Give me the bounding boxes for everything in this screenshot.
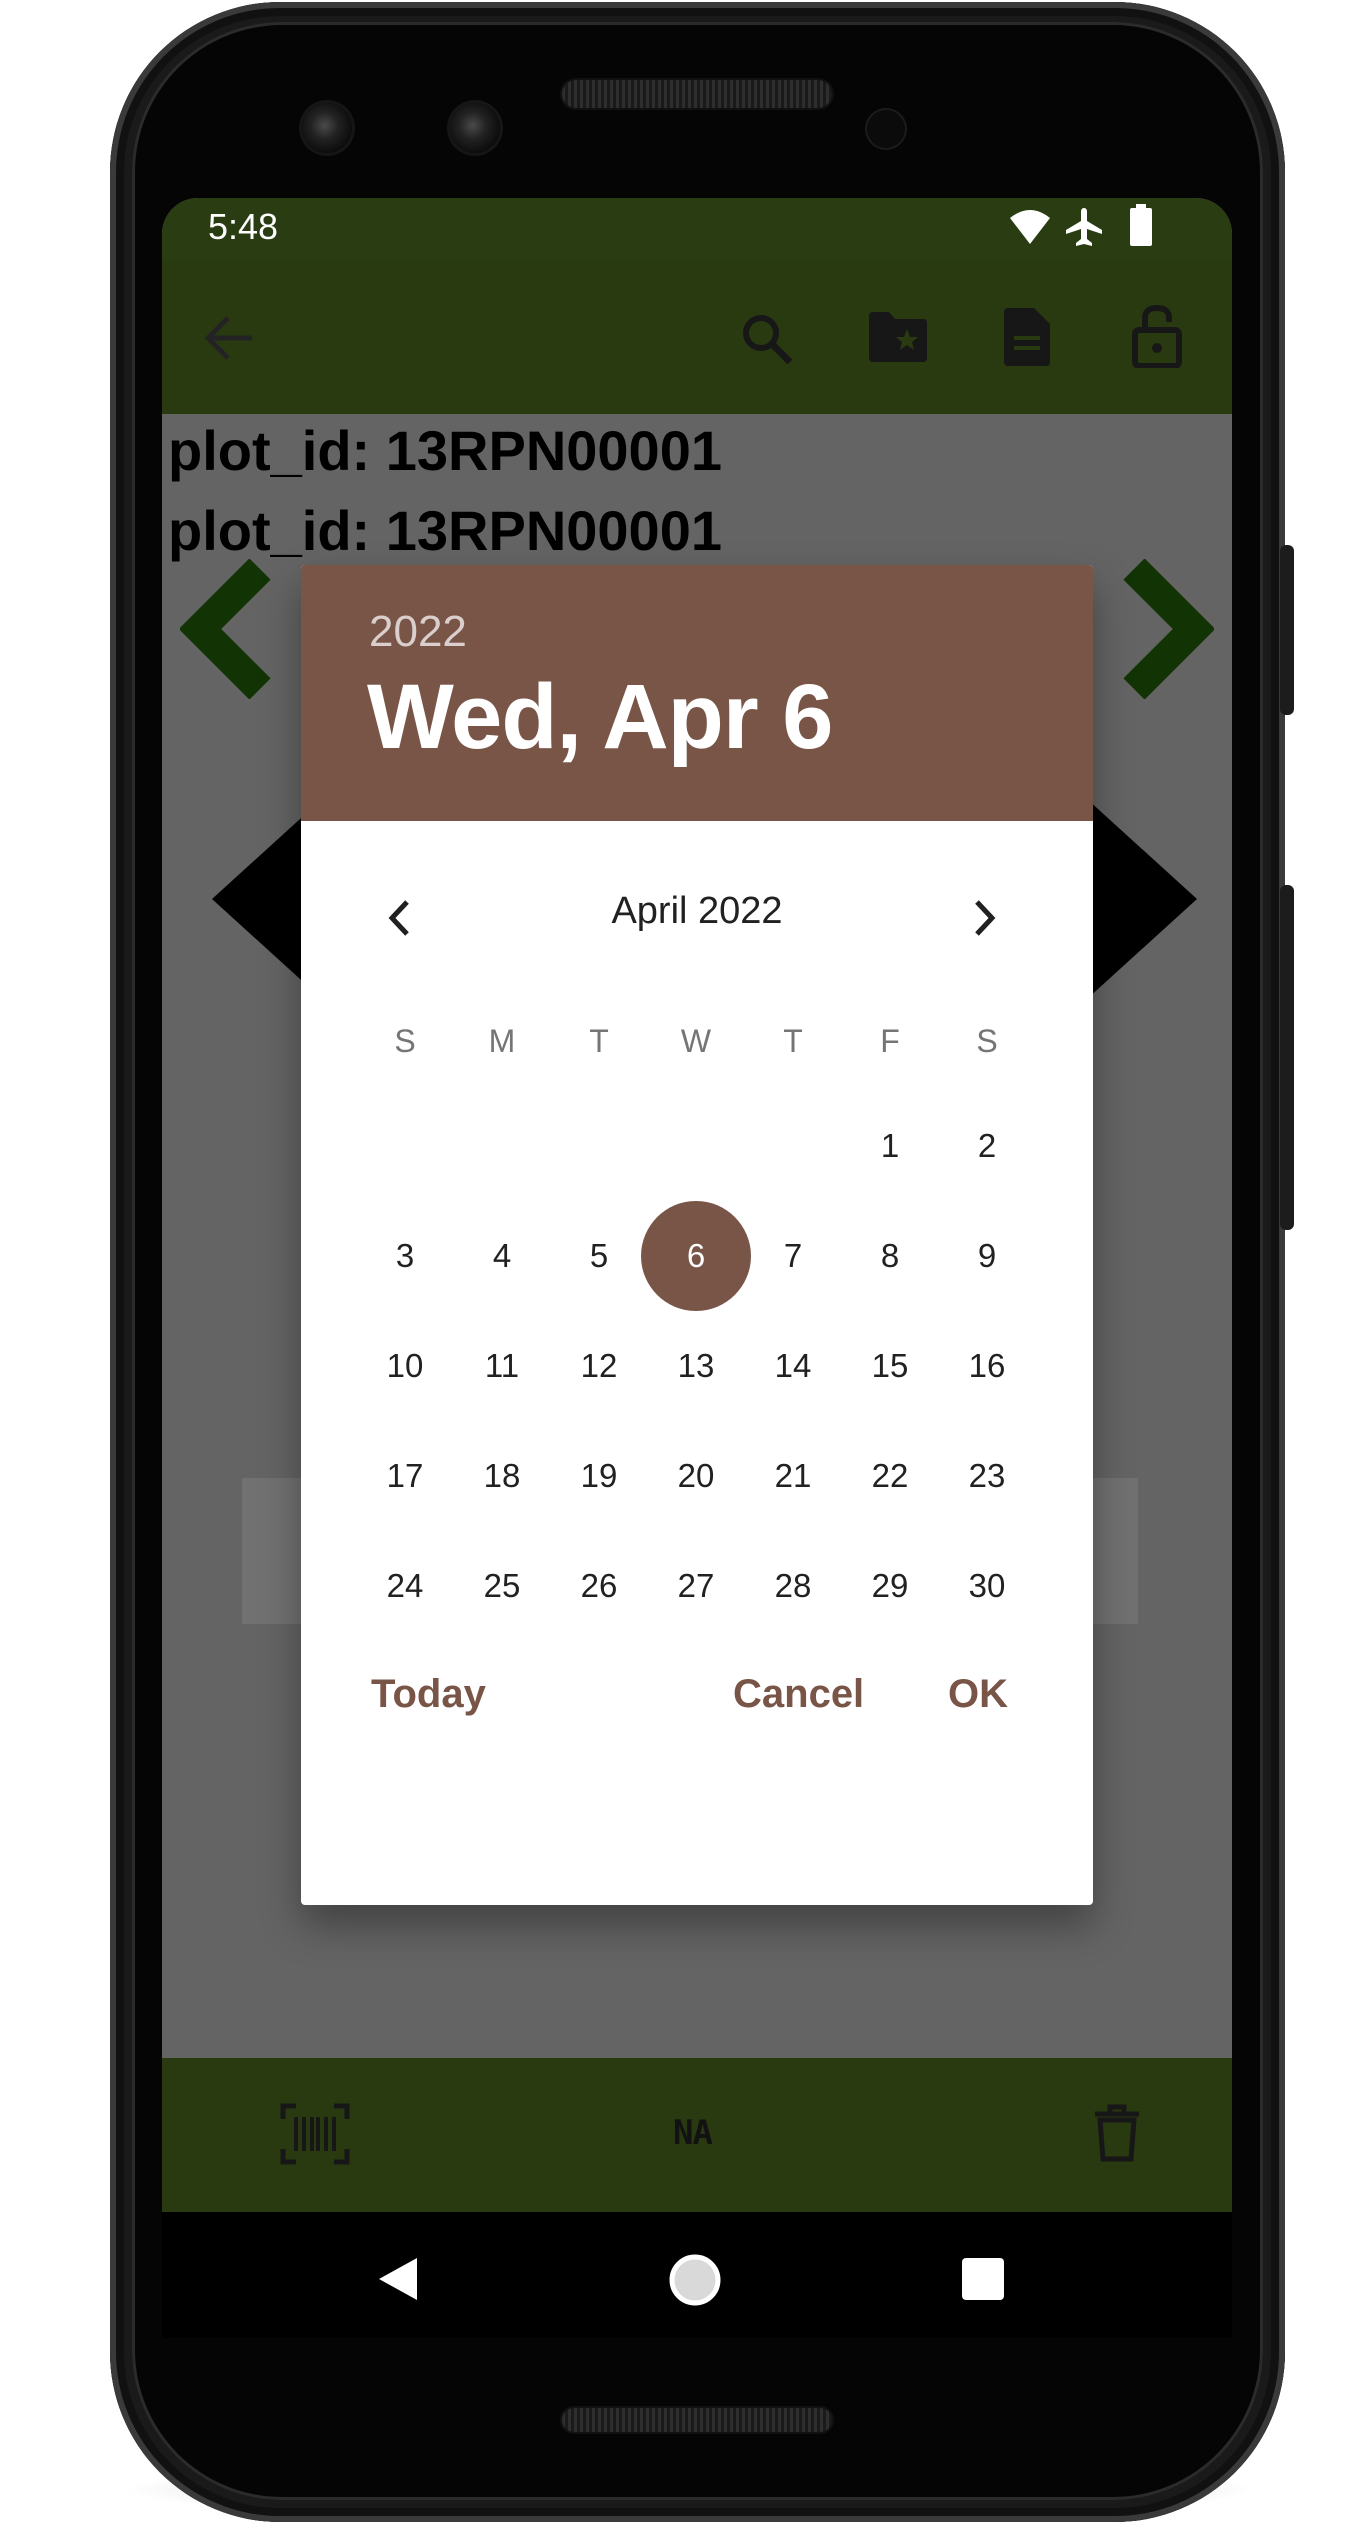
front-camera-right — [450, 103, 500, 153]
header-date: Wed, Apr 6 — [367, 666, 833, 768]
calendar-day[interactable]: 23 — [932, 1421, 1042, 1531]
calendar-day[interactable]: 28 — [738, 1531, 848, 1641]
calendar-day-selected[interactable]: 6 — [641, 1201, 751, 1311]
wifi-icon — [1010, 210, 1050, 244]
calendar-day[interactable]: 20 — [641, 1421, 751, 1531]
date-picker-dialog: 2022 Wed, Apr 6 April 2022 SMTWTFS 12345… — [301, 565, 1093, 1905]
calendar-day[interactable]: 2 — [932, 1091, 1042, 1201]
nav-back-icon[interactable] — [377, 2256, 419, 2302]
calendar-day[interactable]: 15 — [835, 1311, 945, 1421]
calendar-day[interactable]: 30 — [932, 1531, 1042, 1641]
weekday-label: S — [976, 1023, 998, 1059]
battery-icon — [1130, 204, 1152, 246]
weekday-label: S — [394, 1023, 416, 1059]
weekday-label: M — [488, 1023, 516, 1059]
calendar-day[interactable]: 26 — [544, 1531, 654, 1641]
calendar-day[interactable]: 4 — [447, 1201, 557, 1311]
calendar-day[interactable]: 19 — [544, 1421, 654, 1531]
calendar-day[interactable]: 14 — [738, 1311, 848, 1421]
status-time: 5:48 — [208, 206, 279, 247]
nav-home-icon[interactable] — [667, 2252, 723, 2308]
calendar-day[interactable]: 13 — [641, 1311, 751, 1421]
calendar-day[interactable]: 8 — [835, 1201, 945, 1311]
earpiece-speaker — [562, 80, 832, 108]
calendar-day[interactable]: 27 — [641, 1531, 751, 1641]
calendar-day[interactable]: 3 — [350, 1201, 460, 1311]
calendar-day[interactable]: 12 — [544, 1311, 654, 1421]
calendar-day[interactable]: 24 — [350, 1531, 460, 1641]
calendar-day[interactable]: 16 — [932, 1311, 1042, 1421]
front-camera-left — [302, 103, 352, 153]
cancel-button[interactable]: Cancel — [733, 1672, 864, 1717]
ok-button[interactable]: OK — [948, 1672, 1008, 1717]
next-month-icon[interactable] — [973, 898, 997, 938]
calendar-day[interactable]: 10 — [350, 1311, 460, 1421]
weekday-label: T — [589, 1023, 609, 1059]
weekday-label: T — [783, 1023, 803, 1059]
airplane-icon — [1066, 208, 1102, 246]
power-button — [1280, 545, 1294, 715]
calendar-day[interactable]: 1 — [835, 1091, 945, 1201]
weekday-label: W — [680, 1023, 712, 1059]
navigation-bar — [162, 2212, 1232, 2338]
weekday-label: F — [880, 1023, 900, 1059]
calendar-day[interactable]: 21 — [738, 1421, 848, 1531]
calendar-day[interactable]: 5 — [544, 1201, 654, 1311]
calendar-day[interactable]: 29 — [835, 1531, 945, 1641]
nav-recents-icon[interactable] — [962, 2258, 1004, 2300]
volume-button — [1280, 885, 1294, 1230]
header-year[interactable]: 2022 — [369, 607, 467, 657]
calendar-day[interactable]: 7 — [738, 1201, 848, 1311]
calendar-day[interactable]: 17 — [350, 1421, 460, 1531]
calendar-day[interactable]: 18 — [447, 1421, 557, 1531]
calendar-day[interactable]: 25 — [447, 1531, 557, 1641]
calendar-day[interactable]: 9 — [932, 1201, 1042, 1311]
bottom-speaker — [562, 2408, 832, 2432]
proximity-sensor — [867, 110, 905, 148]
calendar-day[interactable]: 11 — [447, 1311, 557, 1421]
calendar-day[interactable]: 22 — [835, 1421, 945, 1531]
date-picker-header: 2022 Wed, Apr 6 — [301, 565, 1093, 821]
today-button[interactable]: Today — [371, 1672, 486, 1717]
status-bar: 5:48 — [162, 198, 1232, 260]
